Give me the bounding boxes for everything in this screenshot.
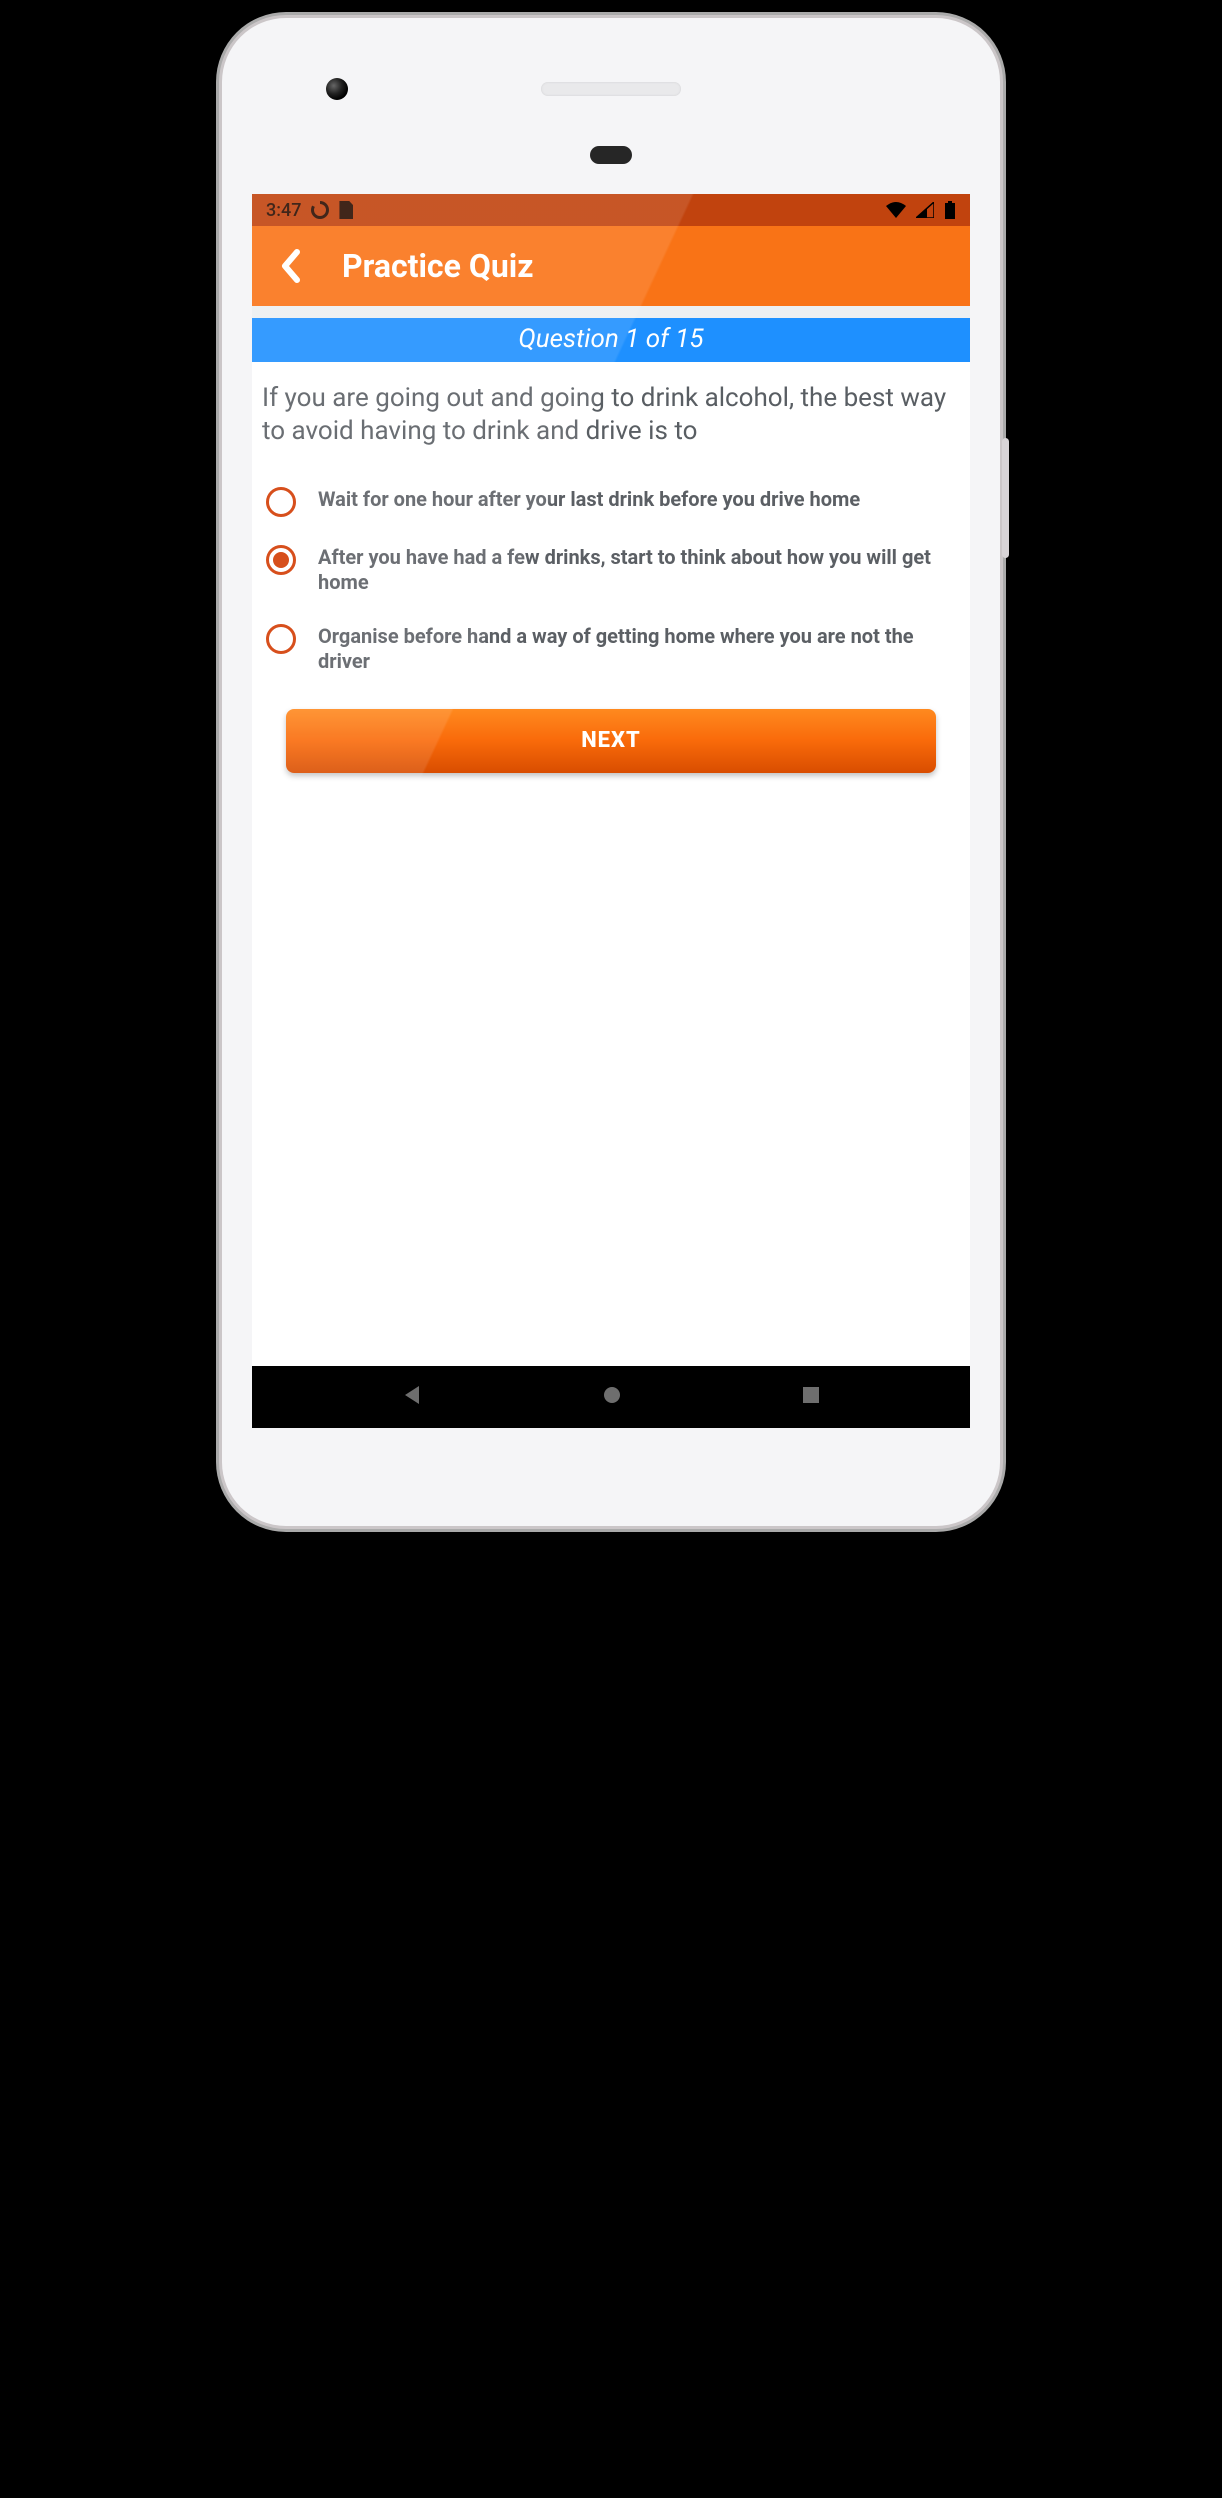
- phone-speaker: [541, 82, 681, 96]
- answer-option-label: Organise before hand a way of getting ho…: [318, 624, 956, 675]
- status-bar: 3:47: [252, 194, 970, 226]
- back-button[interactable]: [270, 246, 310, 286]
- radio-icon: [266, 624, 296, 654]
- radio-icon: [266, 545, 296, 575]
- chevron-left-icon: [279, 249, 301, 283]
- phone-screen: 3:47 Prac: [252, 194, 970, 1428]
- answer-option-2[interactable]: After you have had a few drinks, start t…: [266, 545, 956, 596]
- app-bar: Practice Quiz: [252, 226, 970, 306]
- phone-camera: [326, 78, 348, 100]
- question-text: If you are going out and going to drink …: [262, 382, 960, 449]
- sd-card-icon: [339, 201, 353, 219]
- phone-bottom-bezel: [252, 1428, 970, 1486]
- wifi-icon: [886, 202, 906, 218]
- radio-icon: [266, 487, 296, 517]
- question-body: If you are going out and going to drink …: [252, 362, 970, 773]
- nav-home-icon[interactable]: [601, 1384, 623, 1410]
- android-nav-bar: [252, 1366, 970, 1428]
- statusbar-right: [886, 201, 956, 219]
- battery-icon: [944, 201, 956, 219]
- next-button[interactable]: NEXT: [286, 709, 936, 773]
- answer-option-label: After you have had a few drinks, start t…: [318, 545, 956, 596]
- appbar-divider: [252, 306, 970, 318]
- nav-back-icon[interactable]: [401, 1384, 423, 1410]
- nav-recent-icon[interactable]: [801, 1385, 821, 1409]
- app-bar-title: Practice Quiz: [342, 247, 534, 285]
- statusbar-time: 3:47: [266, 200, 301, 221]
- question-progress-banner: Question 1 of 15: [252, 318, 970, 362]
- answer-option-label: Wait for one hour after your last drink …: [318, 487, 956, 513]
- phone-side-button: [1002, 438, 1009, 558]
- answer-option-1[interactable]: Wait for one hour after your last drink …: [266, 487, 956, 517]
- cellular-icon: [916, 202, 934, 218]
- statusbar-left: 3:47: [266, 200, 353, 221]
- data-saver-icon: [311, 201, 329, 219]
- phone-top-bezel: [252, 52, 970, 152]
- phone-frame: 3:47 Prac: [222, 18, 1000, 1526]
- answer-options: Wait for one hour after your last drink …: [262, 487, 960, 675]
- phone-sensor: [590, 146, 632, 164]
- answer-option-3[interactable]: Organise before hand a way of getting ho…: [266, 624, 956, 675]
- next-button-label: NEXT: [581, 728, 641, 753]
